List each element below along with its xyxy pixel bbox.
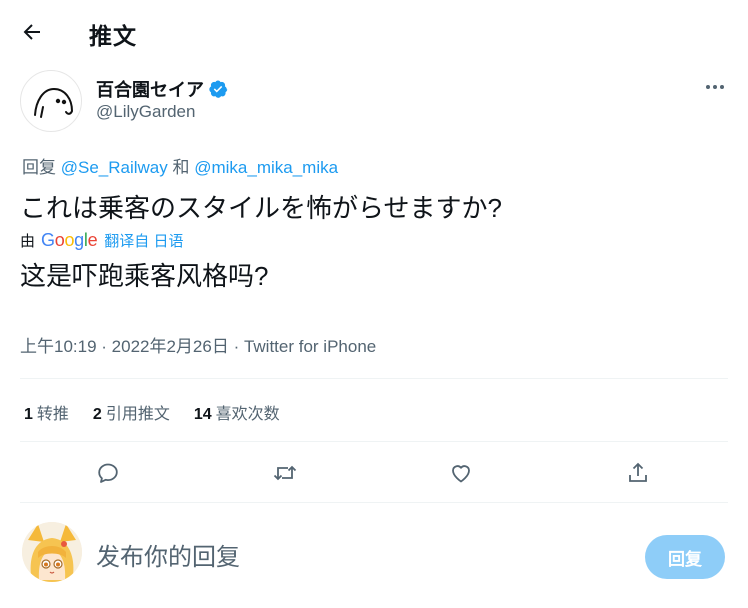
tweet-meta: 上午10:19 · 2022年2月26日 · Twitter for iPhon… (20, 337, 377, 356)
page-title: 推文 (89, 23, 137, 49)
stat-count: 14 (193, 406, 212, 423)
header: 推文 (0, 0, 748, 66)
fox-girl-avatar-icon (22, 522, 82, 582)
mention-link-1[interactable]: @Se_Railway (61, 158, 168, 177)
author-display-name[interactable]: 百合園セイア (96, 76, 228, 102)
translation-by-label: 由 (20, 233, 36, 250)
divider (20, 378, 728, 379)
ghost-avatar-icon (34, 87, 74, 118)
tweet-stats: 1 转推 2 引用推文 14 喜欢次数 (24, 400, 304, 424)
reply-input[interactable] (96, 538, 616, 578)
author-handle[interactable]: @LilyGarden (96, 102, 195, 122)
share-button[interactable] (621, 456, 655, 490)
like-count-stat[interactable]: 14 喜欢次数 (194, 400, 280, 424)
stat-label: 引用推文 (105, 406, 170, 423)
more-options-button[interactable] (698, 74, 732, 100)
tweet-source[interactable]: Twitter for iPhone (244, 337, 376, 356)
stat-label: 转推 (36, 406, 69, 423)
quote-count-stat[interactable]: 2 引用推文 (93, 400, 170, 424)
reply-conjunction: 和 (172, 158, 190, 177)
mention-link-2[interactable]: @mika_mika_mika (194, 158, 338, 177)
verified-badge-icon (208, 79, 228, 99)
reply-prefix: 回复 (22, 158, 56, 177)
stat-label: 喜欢次数 (215, 406, 280, 423)
back-button[interactable] (14, 14, 50, 50)
tweet-date[interactable]: 2022年2月26日 (112, 337, 229, 356)
divider (20, 502, 728, 503)
current-user-avatar[interactable] (22, 522, 82, 582)
retweet-count-stat[interactable]: 1 转推 (24, 400, 69, 424)
retweet-icon (273, 465, 297, 481)
tweet-actions (0, 448, 748, 498)
stat-count: 1 (24, 406, 33, 423)
translated-from-link[interactable]: 翻译自 日语 (104, 230, 183, 251)
tweet-time[interactable]: 上午10:19 (20, 337, 97, 356)
author-avatar[interactable] (20, 70, 82, 132)
retweet-button[interactable] (268, 456, 302, 490)
reply-context: 回复 @Se_Railway 和 @mika_mika_mika (22, 153, 338, 178)
reply-icon (98, 463, 118, 483)
divider (20, 441, 728, 442)
like-icon (452, 465, 470, 483)
reply-submit-button[interactable]: 回复 (645, 535, 725, 579)
reply-button[interactable] (91, 456, 125, 490)
translated-tweet-text: 这是吓跑乘客风格吗? (20, 261, 269, 291)
like-button[interactable] (444, 456, 478, 490)
google-logo: Google (41, 230, 98, 250)
share-icon (629, 462, 647, 482)
more-dots-icon (706, 85, 724, 89)
translation-attribution: 由 Google 翻译自 日语 (20, 230, 183, 251)
tweet-text: これは乗客のスタイルを怖がらせますか? (20, 193, 502, 223)
arrow-left-icon (23, 24, 40, 40)
author-name-text: 百合園セイア (96, 80, 204, 100)
stat-count: 2 (92, 406, 102, 423)
